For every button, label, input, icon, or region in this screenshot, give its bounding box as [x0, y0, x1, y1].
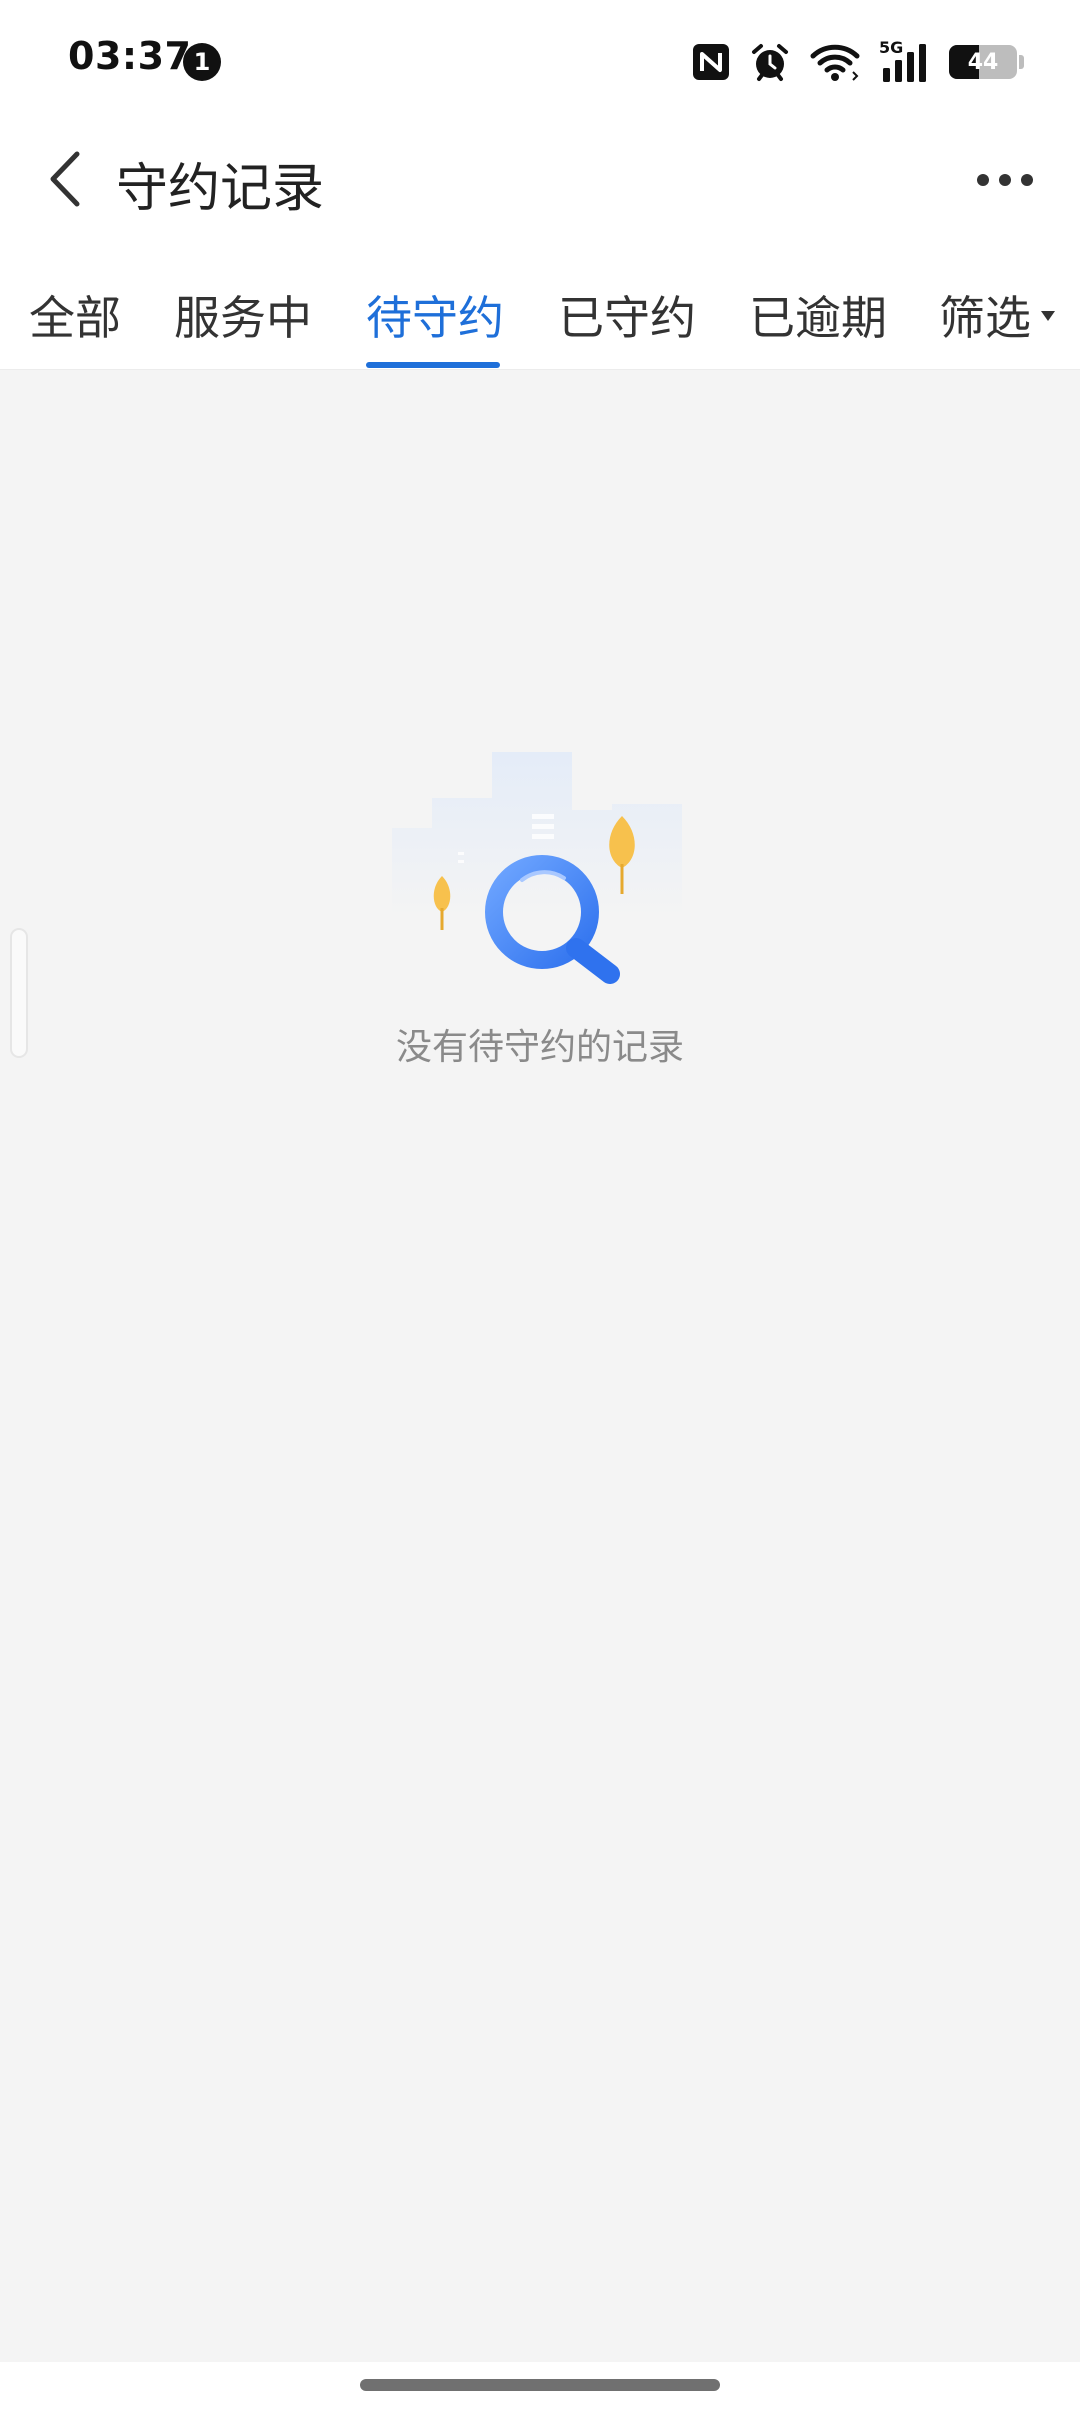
caret-down-icon — [1041, 310, 1055, 321]
empty-state-message: 没有待守约的记录 — [395, 1027, 684, 1068]
tab-overdue[interactable]: 已逾期 — [749, 282, 887, 348]
app-header: 守约记录 — [0, 124, 1080, 234]
tab-fulfilled[interactable]: 已守约 — [558, 282, 696, 348]
page: 03:37 1 5G 44 守约记录 全部 服务中 待守约 已守约 已逾期 筛选… — [0, 0, 1080, 2412]
active-tab-indicator — [366, 362, 500, 368]
battery-cap — [1019, 55, 1024, 69]
battery-level: 44 — [967, 49, 999, 75]
battery-group: 44 — [949, 45, 1024, 79]
nfc-icon — [691, 42, 731, 82]
empty-search-illustration — [392, 752, 682, 984]
status-tabs: 全部 服务中 待守约 已守约 已逾期 筛选 — [0, 234, 1080, 370]
tab-pending[interactable]: 待守约 — [366, 282, 504, 348]
notification-badge: 1 — [183, 43, 221, 81]
tab-all[interactable]: 全部 — [29, 282, 121, 348]
status-icons: 5G 44 — [691, 36, 1024, 88]
cellular-signal-icon: 5G — [879, 38, 931, 84]
back-arrow-icon — [50, 151, 80, 207]
battery-icon: 44 — [949, 45, 1017, 79]
tab-filter[interactable]: 筛选 — [939, 282, 1055, 348]
page-title: 守约记录 — [116, 159, 325, 219]
home-indicator[interactable] — [360, 2379, 720, 2391]
wifi-icon — [809, 42, 861, 82]
tab-in-service[interactable]: 服务中 — [174, 282, 312, 348]
more-dot-icon — [1021, 174, 1033, 186]
status-time: 03:37 — [68, 34, 192, 78]
alarm-icon — [749, 41, 791, 83]
filter-label: 筛选 — [939, 291, 1031, 345]
status-bar: 03:37 1 5G 44 — [0, 0, 1080, 124]
more-dot-icon — [999, 174, 1011, 186]
back-button[interactable] — [30, 144, 100, 214]
more-dot-icon — [977, 174, 989, 186]
more-options-button[interactable] — [960, 150, 1050, 210]
